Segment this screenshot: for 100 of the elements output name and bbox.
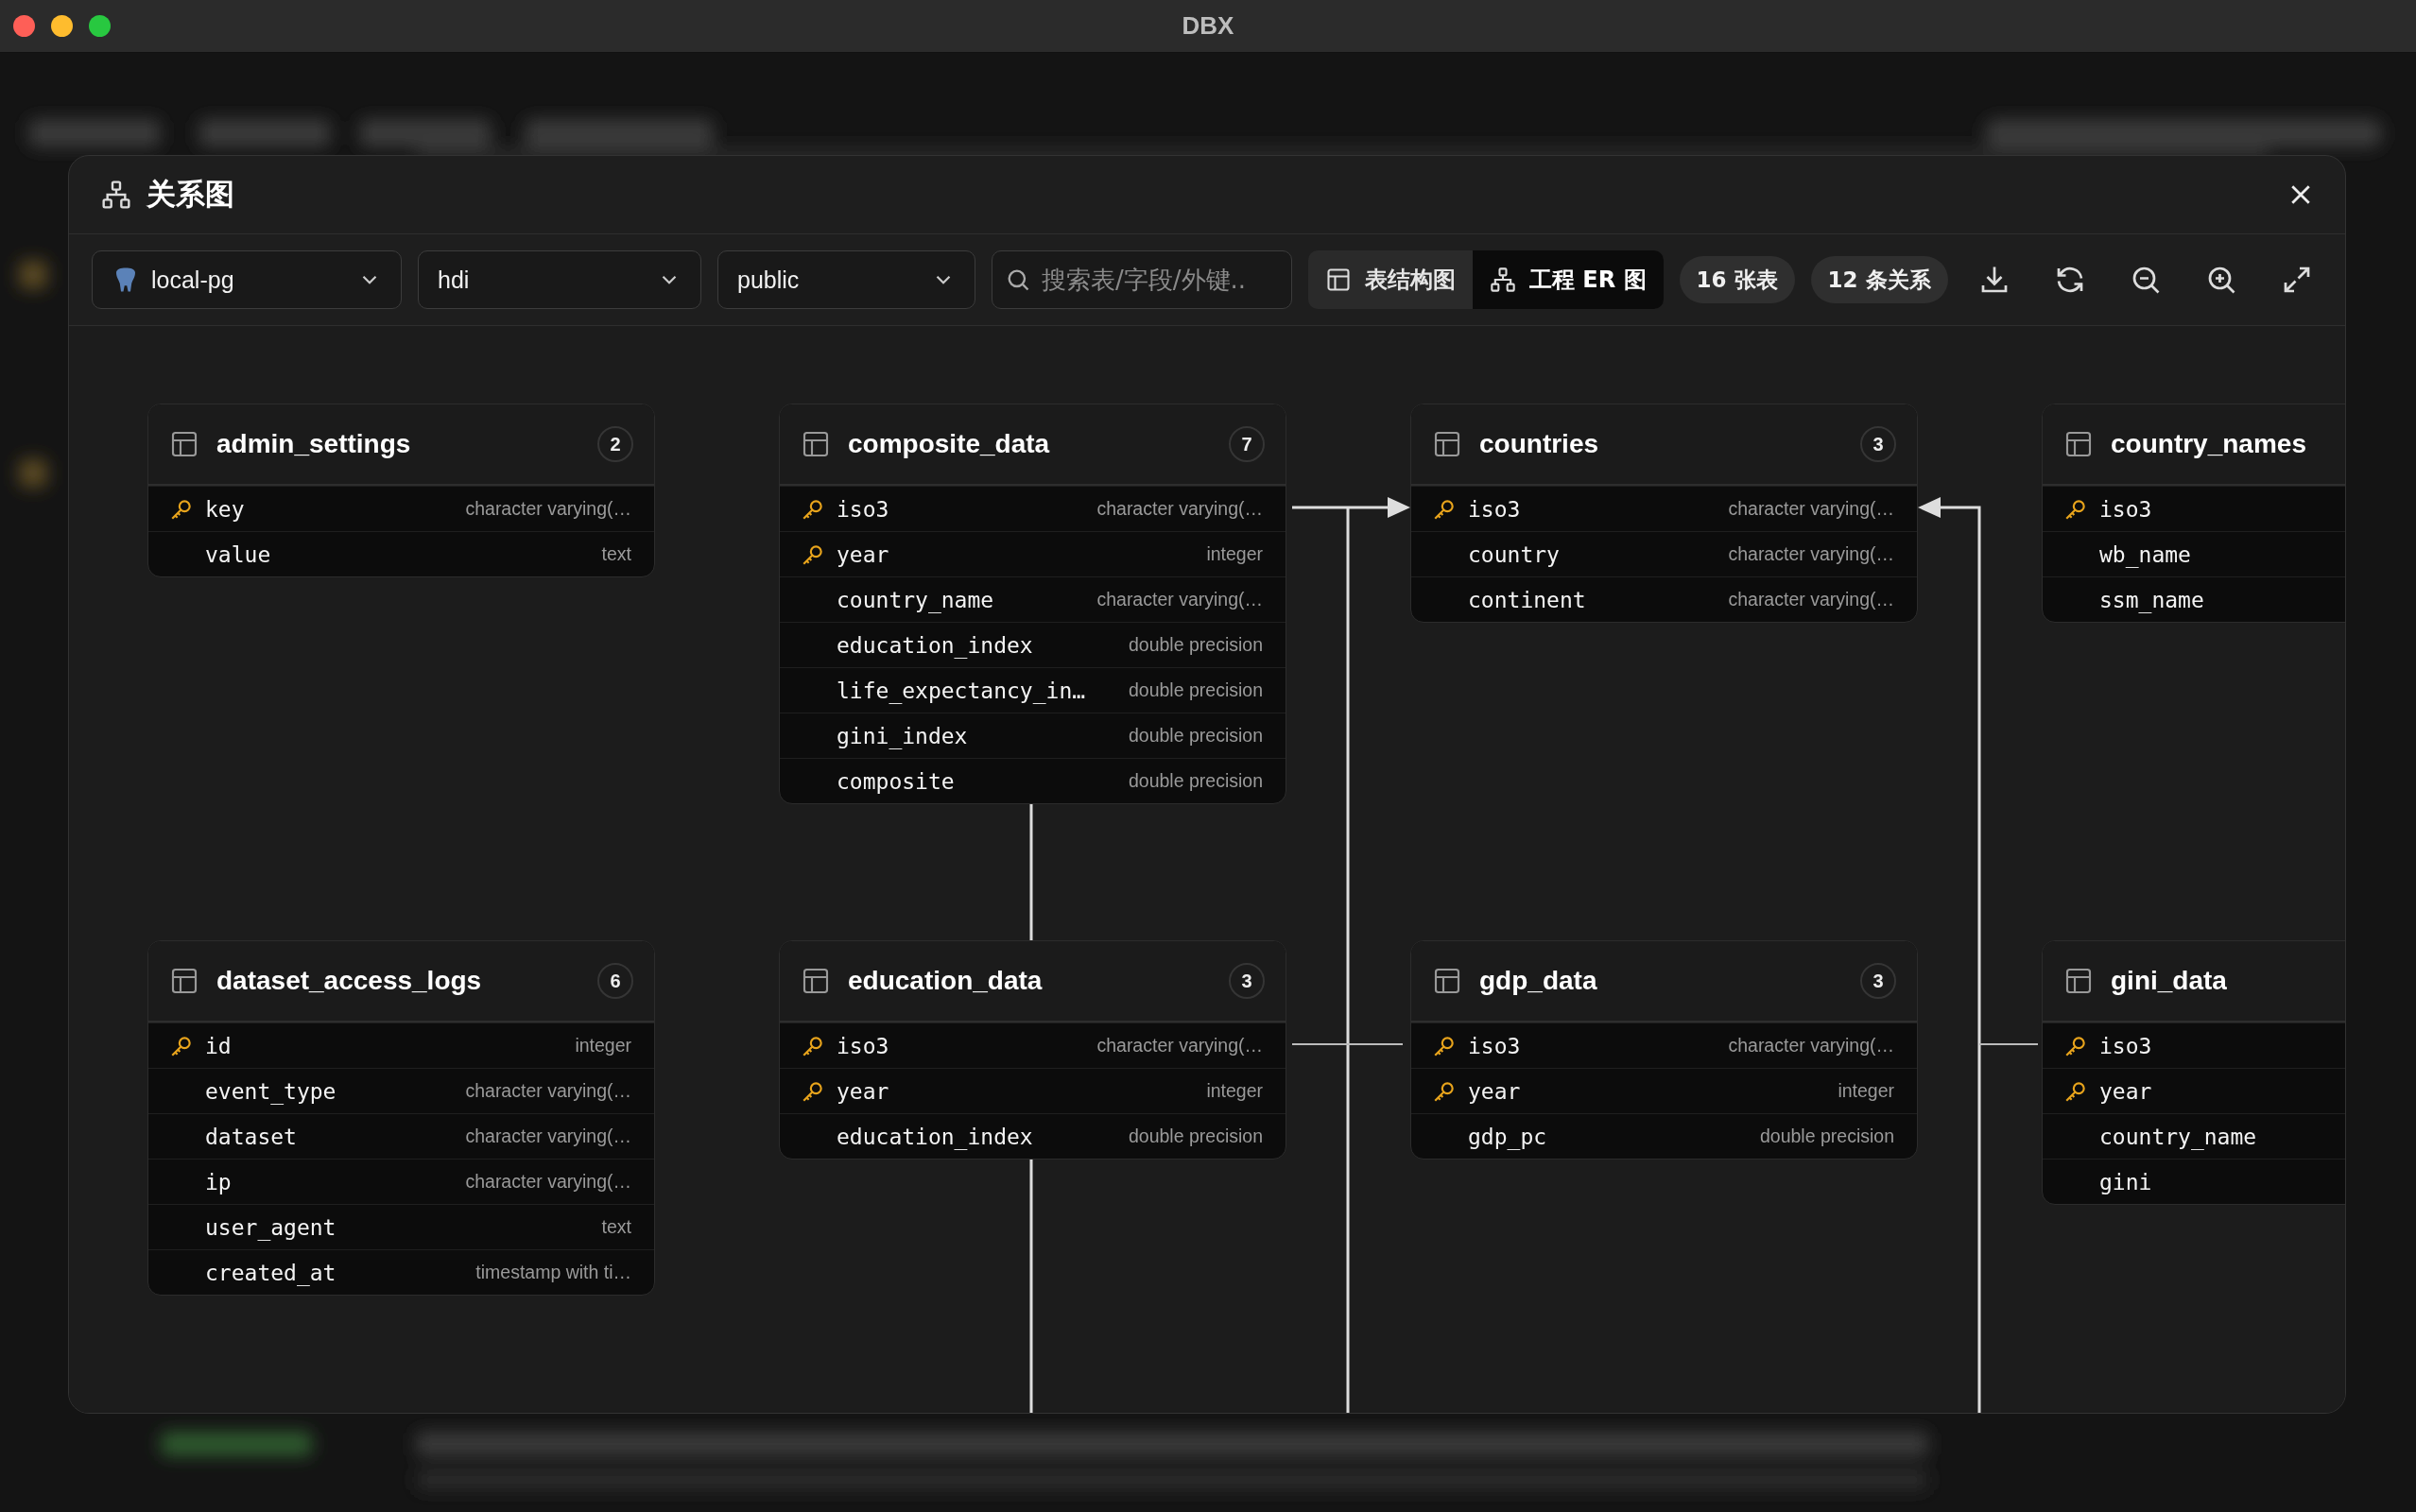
column-name: ssm_name [2099, 587, 2205, 612]
column-name: gdp_pc [1468, 1124, 1548, 1149]
column-type: double precision [1129, 679, 1263, 701]
hierarchy-icon [101, 180, 131, 210]
column-name: created_at [205, 1260, 337, 1285]
table-icon [1432, 429, 1462, 459]
table-card[interactable]: country_names iso3 wb_name ssm_name [2042, 404, 2345, 623]
column-type: double precision [1129, 1125, 1263, 1147]
column-name: user_agent [205, 1214, 337, 1240]
table-name: education_data [848, 966, 1044, 996]
column-type: integer [1206, 1080, 1263, 1102]
table-icon [169, 429, 199, 459]
column-name: composite [837, 768, 956, 794]
column-name: event_type [205, 1078, 337, 1104]
minimize-window-button[interactable] [51, 15, 73, 37]
table-name: gini_data [2111, 966, 2228, 996]
column-type: double precision [1760, 1125, 1894, 1147]
database-select[interactable]: hdi [418, 250, 701, 309]
column-type: character varying(… [1728, 1035, 1894, 1057]
table-card[interactable] [779, 404, 1286, 804]
column-name: education_index [837, 1124, 1034, 1149]
column-name: life_expectancy_in… [837, 678, 1087, 703]
table-icon [2063, 966, 2094, 996]
column-name: iso3 [1468, 1033, 1522, 1058]
column-type: timestamp with ti… [475, 1262, 631, 1283]
column-name: education_index [837, 632, 1034, 658]
column-name: year [837, 541, 890, 567]
column-name: country [1468, 541, 1561, 567]
column-name: continent [1468, 587, 1587, 612]
column-name: iso3 [837, 496, 890, 522]
column-type: character varying(… [465, 1125, 631, 1147]
column-name: country_name [2099, 1124, 2258, 1149]
column-count-badge: 7 [1229, 426, 1265, 462]
table-icon [801, 966, 831, 996]
table-card[interactable]: gini_data iso3 year country_name gini [2042, 940, 2345, 1205]
column-type: character varying(… [1096, 589, 1263, 610]
column-type: integer [1838, 1080, 1894, 1102]
column-type: character varying(… [465, 498, 631, 520]
table-name: dataset_access_logs [216, 966, 483, 996]
column-name: year [1468, 1078, 1522, 1104]
column-type: character varying(… [1728, 498, 1894, 520]
table-icon [1325, 266, 1352, 293]
view-tab[interactable]: 表结构图 [1308, 250, 1473, 309]
table-name: gdp_data [1479, 966, 1598, 996]
column-type: double precision [1129, 634, 1263, 656]
column-name: gini [2099, 1169, 2153, 1194]
table-icon [2063, 429, 2094, 459]
hierarchy-icon [1490, 266, 1516, 293]
table-card[interactable]: education_data 3 iso3 character varying(… year integer education_index double precision [779, 940, 1286, 1160]
zoom-window-button[interactable] [89, 15, 111, 37]
column-type: double precision [1129, 725, 1263, 747]
column-type: character varying(… [1728, 589, 1894, 610]
table-name: admin_settings [216, 429, 412, 459]
column-type: text [601, 543, 631, 565]
column-type: character varying(… [1096, 1035, 1263, 1057]
schema-select[interactable]: public [717, 250, 975, 309]
column-name: ip [205, 1169, 233, 1194]
search-field[interactable]: 搜索表/字段/外键.. [992, 250, 1292, 309]
column-name: country_name [837, 587, 995, 612]
column-type: integer [1206, 543, 1263, 565]
column-type: integer [575, 1035, 631, 1057]
window-title: DBX [1182, 11, 1234, 41]
column-name: iso3 [2099, 1033, 2153, 1058]
connection-select[interactable]: local-pg [92, 250, 402, 309]
relation-line [1978, 1043, 2039, 1045]
column-name: wb_name [2099, 541, 2192, 567]
column-name: id [205, 1033, 233, 1058]
table-name: country_names [2111, 429, 2307, 459]
column-count-badge: 3 [1860, 963, 1896, 999]
dialog-title: 关系图 [147, 177, 234, 213]
table-card[interactable]: admin_settings 2 key character varying(… value text [147, 404, 655, 577]
table-card[interactable]: gdp_data 3 iso3 character varying(… year integer gdp_pc double precision [1410, 940, 1918, 1160]
column-name: iso3 [2099, 496, 2153, 522]
table-name: countries [1479, 429, 1600, 459]
column-type: character varying(… [1096, 498, 1263, 520]
table-icon [169, 966, 199, 996]
close-window-button[interactable] [13, 15, 35, 37]
column-count-badge: 3 [1860, 426, 1896, 462]
column-count-badge: 3 [1229, 963, 1265, 999]
column-name: value [205, 541, 272, 567]
column-name: iso3 [837, 1033, 890, 1058]
column-count-badge: 2 [597, 426, 633, 462]
column-name: gini_index [837, 723, 969, 748]
column-name: year [837, 1078, 890, 1104]
table-card[interactable]: dataset_access_logs 6 id integer event_type character varying(… dataset character varying(… ip character varying(… user_agent text created_at timestamp with ti… [147, 940, 655, 1296]
table-icon [1432, 966, 1462, 996]
table-card[interactable]: countries 3 iso3 character varying(… country character varying(… continent character varying(… [1410, 404, 1918, 623]
column-name: dataset [205, 1124, 298, 1149]
column-name: key [205, 496, 246, 522]
column-count-badge: 6 [597, 963, 633, 999]
column-type: text [601, 1216, 631, 1238]
column-name: iso3 [1468, 496, 1522, 522]
column-type: double precision [1129, 770, 1263, 792]
table-icon [801, 429, 831, 459]
column-name: year [2099, 1078, 2153, 1104]
column-type: character varying(… [1728, 543, 1894, 565]
column-type: character varying(… [465, 1171, 631, 1193]
relation-count-badge: 12 条关系 [1810, 256, 1948, 303]
column-type: character varying(… [465, 1080, 631, 1102]
view-tab[interactable]: 工程 ER 图 [1473, 250, 1664, 309]
